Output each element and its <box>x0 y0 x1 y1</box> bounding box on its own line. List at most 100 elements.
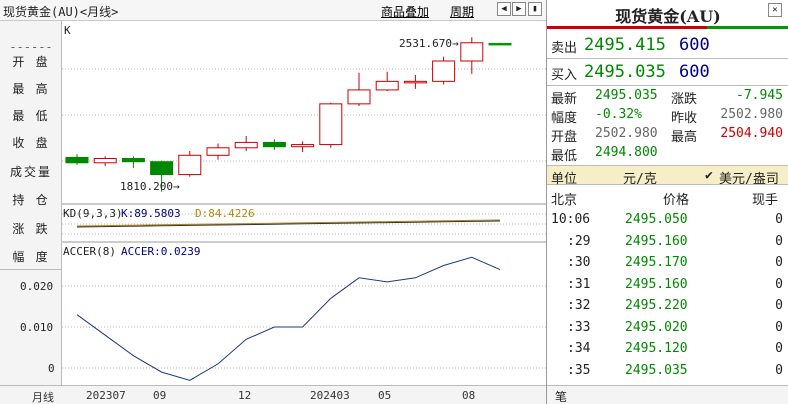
accer-tick-3: 0 <box>48 362 55 375</box>
chart-area[interactable]: K 2531.670→ 1810.200→ KD(9,3,3) K:89.580… <box>62 21 546 385</box>
kd-k-value: K:89.5803 <box>121 207 181 220</box>
header-green-bar <box>707 26 788 29</box>
low-label: 最低 <box>551 149 578 164</box>
divider <box>0 269 61 270</box>
k-label: K <box>64 24 71 37</box>
high-marker: 2531.670→ <box>399 37 459 50</box>
tick-price: 2495.160 <box>625 233 688 249</box>
tick-price: 2495.050 <box>625 212 688 227</box>
tick-row: :35 2495.035 0 <box>547 361 788 381</box>
buy-row: 买入 2495.035 600 <box>547 60 788 84</box>
tick-time: 10:06 <box>551 212 591 227</box>
tick-volume: 0 <box>775 276 783 292</box>
x-tick: 05 <box>378 389 392 402</box>
candle-body <box>65 156 89 164</box>
label-divider: ------ <box>9 40 53 54</box>
tick-price: 2495.035 <box>625 362 688 378</box>
quote-tab-bar: 笔 <box>547 385 788 404</box>
candle-body <box>347 89 371 105</box>
kd-label: KD(9,3,3) <box>63 207 123 220</box>
candle-body <box>291 144 315 148</box>
candle-body <box>234 141 258 149</box>
tick-price: 2495.020 <box>625 319 688 335</box>
tick-volume: 0 <box>775 298 783 313</box>
tick-time: :33 <box>567 319 591 335</box>
candle-body <box>460 42 484 62</box>
tab-trades[interactable]: 笔 <box>555 388 567 404</box>
tick-price: 2495.120 <box>625 341 688 356</box>
latest-value: 2495.035 <box>595 88 658 103</box>
tick-price: 2495.220 <box>625 298 688 313</box>
x-tick: 202307 <box>86 389 126 402</box>
low-marker: 1810.200→ <box>120 180 180 193</box>
col-time: 北京 <box>551 193 578 208</box>
unit-ounce-option[interactable]: 美元/盎司 <box>719 168 779 187</box>
left-arrow-icon[interactable]: ◀ <box>497 2 511 16</box>
label-volume: 成交量 <box>9 165 52 179</box>
kd-d-line <box>76 219 501 227</box>
tick-row: :29 2495.160 0 <box>547 232 788 252</box>
accer-tick-2: 0.010 <box>20 321 54 334</box>
candle-body <box>206 147 230 156</box>
buy-label: 买入 <box>551 68 578 83</box>
pct-label: 幅度 <box>551 111 578 126</box>
tick-price: 2495.160 <box>625 276 688 292</box>
sell-volume: 600 <box>679 35 710 55</box>
tick-time: :30 <box>567 255 591 270</box>
candle-body <box>178 154 202 176</box>
indicator-label-column: ------ 开 盘 最 高 最 低 收 盘 成交量 持 仓 涨 跌 幅 度 0… <box>0 21 62 385</box>
tick-time: :34 <box>567 341 591 356</box>
sell-row: 卖出 2495.415 600 <box>547 34 788 58</box>
x-tick: 09 <box>153 389 167 402</box>
tick-time: :35 <box>567 362 591 378</box>
unit-row: 单位 元/克 ✔ 美元/盎司 <box>547 165 788 187</box>
panel-toggle-icon[interactable]: ▮ <box>528 2 542 16</box>
candle-body <box>262 141 286 148</box>
buy-volume: 600 <box>679 62 710 82</box>
candle-body <box>375 80 399 91</box>
tick-row: 10:06 2495.050 0 <box>547 210 788 230</box>
period-link[interactable]: 周期 <box>450 3 474 20</box>
open-label: 开盘 <box>551 130 578 145</box>
x-tick: 12 <box>238 389 252 402</box>
tick-row: :33 2495.020 0 <box>547 318 788 338</box>
unit-label: 单位 <box>551 172 578 187</box>
tick-time: :32 <box>567 298 591 313</box>
tick-time: :31 <box>567 276 591 292</box>
chart-svg <box>62 37 546 381</box>
unit-gram-option[interactable]: 元/克 <box>623 168 657 187</box>
check-icon: ✔ <box>705 168 713 183</box>
accer-line <box>76 256 501 381</box>
label-position: 持 仓 <box>12 193 50 207</box>
overlay-link[interactable]: 商品叠加 <box>381 3 429 20</box>
quote-panel: 现货黄金(AU) ✕ 卖出 2495.415 600 买入 2495.035 6… <box>546 0 788 404</box>
open-value: 2502.980 <box>595 126 658 141</box>
label-change: 涨 跌 <box>12 222 50 236</box>
tick-volume: 0 <box>775 255 783 270</box>
tick-volume: 0 <box>775 212 783 227</box>
tick-volume: 0 <box>775 319 783 335</box>
accer-tick-1: 0.020 <box>20 280 54 293</box>
prev-value: 2502.980 <box>720 107 783 122</box>
tick-volume: 0 <box>775 341 783 356</box>
x-tick: 202403 <box>310 389 350 402</box>
x-axis-bar: 月线 202307 09 12 202403 05 08 <box>0 385 546 404</box>
latest-label: 最新 <box>551 92 578 107</box>
pct-value: -0.32% <box>595 107 642 122</box>
period-label: 月线 <box>32 391 54 404</box>
right-arrow-icon[interactable]: ▶ <box>512 2 526 16</box>
x-tick: 08 <box>462 389 476 402</box>
candle-body <box>319 103 343 146</box>
high-label: 最高 <box>671 130 698 145</box>
quote-header: 现货黄金(AU) ✕ <box>547 0 788 28</box>
candle-body <box>150 161 174 176</box>
label-pct: 幅 度 <box>12 250 50 264</box>
tick-volume: 0 <box>775 233 783 249</box>
candle-body <box>93 158 117 164</box>
tick-price: 2495.170 <box>625 255 688 270</box>
tick-row: :31 2495.160 0 <box>547 275 788 295</box>
close-icon[interactable]: ✕ <box>768 3 782 17</box>
sell-price: 2495.415 <box>584 35 666 55</box>
header-red-bar <box>547 26 707 29</box>
sell-label: 卖出 <box>551 41 578 56</box>
